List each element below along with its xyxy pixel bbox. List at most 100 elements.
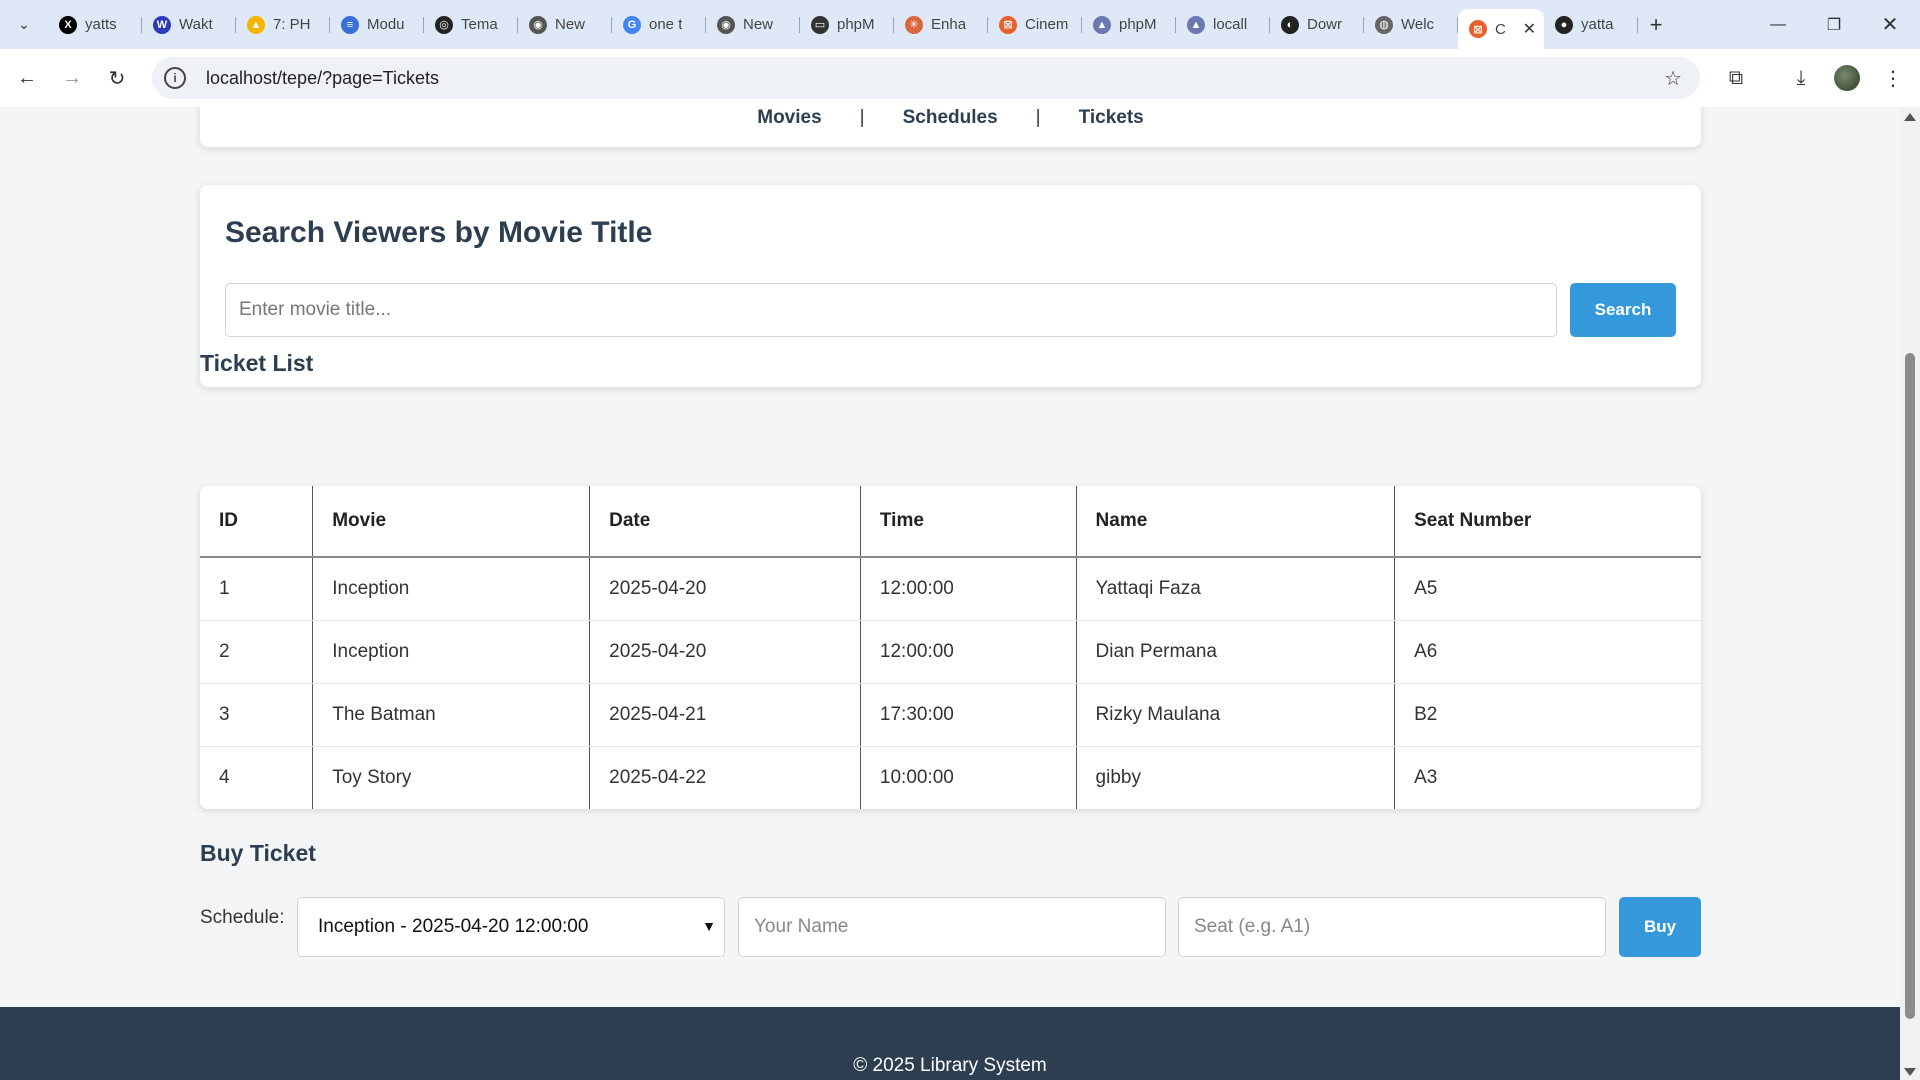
seat-input[interactable]: [1178, 897, 1606, 957]
browser-tab-label: yatta: [1581, 16, 1614, 33]
browser-tab-label: Enha: [931, 16, 967, 33]
browser-tab[interactable]: ⊠ C ✕: [1458, 9, 1544, 49]
globe-icon: ◍: [1375, 15, 1393, 34]
google-docs-icon: ≡: [341, 15, 359, 34]
wakatime-icon: W: [153, 15, 171, 34]
browser-tab-label: New: [743, 16, 774, 33]
browser-tab-label: Dowr: [1307, 16, 1343, 33]
schedule-select[interactable]: Inception - 2025-04-20 12:00:00 ▼: [297, 897, 725, 957]
browser-tab-label: Wakt: [179, 16, 213, 33]
close-window-icon[interactable]: ✕: [1862, 0, 1918, 49]
close-tab-icon[interactable]: ✕: [1523, 19, 1536, 39]
table-cell: 17:30:00: [859, 683, 1077, 747]
browser-tab[interactable]: ◐ Dowr: [1270, 7, 1364, 43]
bookmark-star-icon[interactable]: ☆: [1664, 66, 1682, 91]
site-info-icon[interactable]: i: [164, 67, 186, 89]
table-cell: Dian Permana: [1075, 620, 1395, 684]
laptop-icon: ▭: [811, 15, 829, 34]
table-cell: 2025-04-22: [589, 746, 861, 809]
phpmyadmin-icon: ▲: [1187, 15, 1205, 34]
chrome-icon: ◉: [717, 15, 735, 34]
browser-tab[interactable]: ◎ Tema: [424, 7, 518, 43]
column-header: Seat Number: [1394, 486, 1701, 558]
browser-tab-strip: ⌄ Xyatts W Wakt ▲ 7: PH ≡ Modu ◎ Tema ◉ New Gone t ◉…: [0, 0, 1920, 49]
browser-tab[interactable]: ◉ New: [518, 7, 612, 43]
table-cell: Inception: [312, 557, 590, 621]
profile-avatar[interactable]: [1829, 60, 1865, 96]
browser-tab[interactable]: ▲ locall: [1176, 7, 1270, 43]
browser-tab[interactable]: W Wakt: [142, 7, 236, 43]
back-icon[interactable]: ←: [9, 60, 45, 96]
browser-tab-label: yatts: [85, 16, 117, 33]
google-icon: G: [623, 15, 641, 34]
table-cell: Yattaqi Faza: [1075, 557, 1395, 621]
nav-card: Movies | Schedules | Tickets: [200, 107, 1701, 147]
browser-tab-label: Tema: [461, 16, 498, 33]
address-url[interactable]: localhost/tepe/?page=Tickets: [206, 68, 439, 89]
table-cell: 2025-04-20: [589, 620, 861, 684]
nav-link-schedules[interactable]: Schedules: [903, 107, 998, 129]
download-icon[interactable]: ⤓: [1783, 60, 1819, 96]
restore-icon[interactable]: ❐: [1806, 0, 1862, 49]
ticket-list-title: Ticket List: [200, 350, 314, 376]
table-cell: Toy Story: [312, 746, 590, 809]
download-site-icon: ◐: [1281, 15, 1299, 34]
browser-tab[interactable]: ≡ Modu: [330, 7, 424, 43]
browser-tab-label: Modu: [367, 16, 405, 33]
column-header: Movie: [312, 486, 590, 558]
name-input[interactable]: [738, 897, 1166, 957]
table-cell: 3: [200, 683, 313, 747]
page-scrollbar[interactable]: [1900, 107, 1920, 1080]
browser-tab[interactable]: ✳ Enha: [894, 7, 988, 43]
table-cell: 12:00:00: [859, 620, 1077, 684]
scroll-down-arrow-icon[interactable]: [1904, 1068, 1916, 1076]
browser-tab-label: Cinem: [1025, 16, 1069, 33]
extensions-icon[interactable]: ⧉: [1718, 60, 1754, 96]
browser-tab[interactable]: Xyatts: [48, 7, 142, 43]
browser-tab[interactable]: ▲ phpM: [1082, 7, 1176, 43]
minimize-icon[interactable]: —: [1750, 0, 1806, 49]
browser-tab[interactable]: ▭ phpM: [800, 7, 894, 43]
new-tab-button[interactable]: +: [1638, 7, 1674, 43]
table-cell: A3: [1394, 746, 1701, 809]
reload-icon[interactable]: ↻: [99, 60, 135, 96]
avatar[interactable]: [1834, 65, 1860, 91]
chrome-icon: ◉: [529, 15, 547, 34]
browser-tab[interactable]: ⊠ Cinem: [988, 7, 1082, 43]
address-bar[interactable]: i localhost/tepe/?page=Tickets ☆: [152, 57, 1700, 99]
table-cell: 4: [219, 766, 230, 788]
table-cell: A5: [1394, 557, 1701, 621]
table-row: 4 Toy Story 2025-04-22 10:00:00 gibby A3: [200, 746, 1701, 809]
browser-tab[interactable]: ▲ 7: PH: [236, 7, 330, 43]
browser-tab[interactable]: Gone t: [612, 7, 706, 43]
movie-title-search-input[interactable]: [225, 283, 1557, 337]
footer: © 2025 Library System: [0, 1007, 1900, 1080]
table-cell: B2: [1394, 683, 1701, 747]
nav-link-movies[interactable]: Movies: [757, 107, 821, 129]
browser-tab[interactable]: ● yatta: [1544, 7, 1638, 43]
scroll-up-arrow-icon[interactable]: [1904, 113, 1916, 121]
table-cell: gibby: [1075, 746, 1395, 809]
forward-icon[interactable]: →: [54, 60, 90, 96]
chevron-down-icon: ▼: [702, 918, 716, 934]
browser-menu-icon[interactable]: ⋮: [1875, 60, 1911, 96]
phpmyadmin-icon: ▲: [1093, 15, 1111, 34]
schedule-selected-value: Inception - 2025-04-20 12:00:00: [318, 916, 589, 937]
browser-tab-label: C: [1495, 20, 1506, 38]
tab-search-chevron-icon[interactable]: ⌄: [0, 0, 48, 49]
ticket-table-card: ID Movie Date Time Name Seat Number 1 Inceptio…: [200, 486, 1701, 809]
scrollbar-thumb[interactable]: [1905, 353, 1915, 1019]
table-cell: Rizky Maulana: [1075, 683, 1395, 747]
browser-tab-label: 7: PH: [273, 16, 311, 33]
openai-icon: ◎: [435, 15, 453, 34]
table-cell: 12:00:00: [859, 557, 1077, 621]
browser-tab[interactable]: ◍ Welc: [1364, 7, 1458, 43]
buy-button[interactable]: Buy: [1619, 897, 1701, 957]
google-drive-icon: ▲: [247, 15, 265, 34]
nav-link-tickets[interactable]: Tickets: [1079, 107, 1144, 129]
browser-tab[interactable]: ◉ New: [706, 7, 800, 43]
search-title: Search Viewers by Movie Title: [225, 216, 653, 249]
table-cell: 2025-04-20: [589, 557, 861, 621]
nav-separator: |: [1035, 107, 1041, 128]
search-button[interactable]: Search: [1570, 283, 1676, 337]
